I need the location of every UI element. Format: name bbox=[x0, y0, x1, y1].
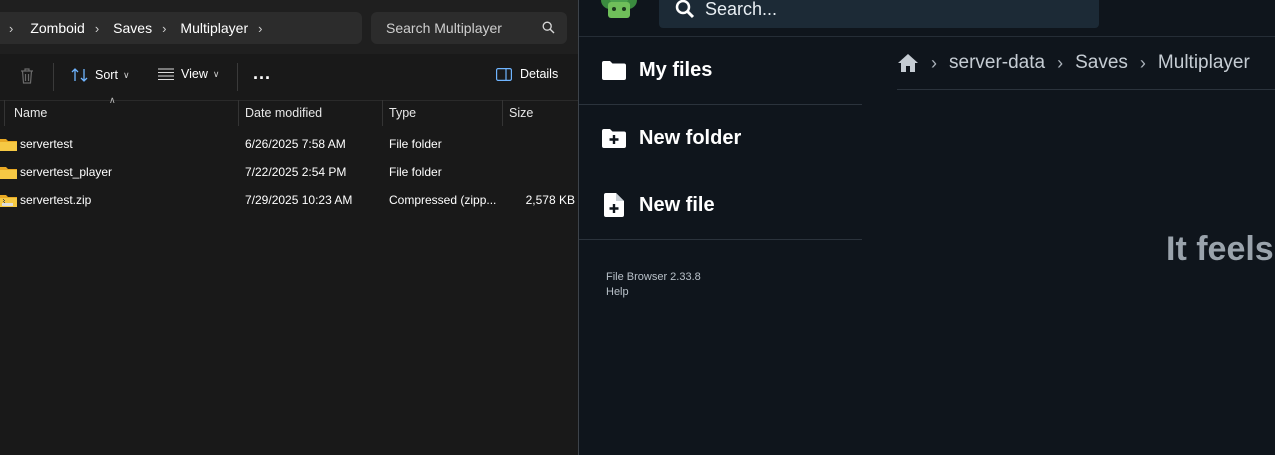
breadcrumb-item-zomboid[interactable]: Zomboid bbox=[30, 20, 84, 36]
file-date-modified: 7/29/2025 10:23 AM bbox=[245, 193, 353, 207]
column-header-name[interactable]: Name bbox=[14, 100, 47, 126]
sidebar-item-new-folder[interactable]: New folder bbox=[579, 105, 862, 171]
file-browser-logo[interactable] bbox=[599, 0, 639, 22]
chevron-down-icon: ∨ bbox=[212, 68, 220, 79]
chevron-down-icon: ∨ bbox=[122, 69, 130, 80]
command-bar: Sort ∨ View ∨ ... Details bbox=[0, 54, 578, 101]
new-file-icon bbox=[604, 193, 624, 217]
sidebar-item-label: New file bbox=[639, 193, 715, 216]
search-placeholder: Search Multiplayer bbox=[386, 20, 502, 36]
details-label: Details bbox=[520, 67, 559, 81]
sort-icon bbox=[71, 68, 88, 82]
breadcrumb-item-server-data[interactable]: server-data bbox=[949, 52, 1045, 74]
breadcrumb-divider bbox=[897, 89, 1275, 90]
more-icon: ... bbox=[253, 63, 272, 83]
folder-icon bbox=[602, 61, 626, 80]
chevron-right-icon[interactable]: › bbox=[95, 21, 99, 36]
chevron-right-icon: › bbox=[931, 52, 937, 73]
search-input[interactable]: Search Multiplayer bbox=[371, 12, 567, 44]
breadcrumb-item-saves[interactable]: Saves bbox=[113, 20, 152, 36]
sidebar-divider bbox=[579, 239, 862, 240]
breadcrumb-item-saves[interactable]: Saves bbox=[1075, 52, 1128, 74]
sidebar-item-my-files[interactable]: My files bbox=[579, 37, 862, 103]
chevron-right-icon[interactable]: › bbox=[9, 21, 13, 36]
more-options-button[interactable]: ... bbox=[253, 63, 271, 84]
file-type: File folder bbox=[389, 165, 442, 179]
file-row[interactable]: servertest_player 7/22/2025 2:54 PM File… bbox=[0, 158, 578, 186]
column-header-date-modified[interactable]: Date modified bbox=[245, 100, 322, 126]
column-header-type[interactable]: Type bbox=[389, 100, 416, 126]
chevron-right-icon[interactable]: › bbox=[258, 21, 262, 36]
column-headers: ∧ Name Date modified Type Size bbox=[0, 95, 578, 126]
version-label[interactable]: File Browser 2.33.8 bbox=[606, 271, 701, 283]
file-type: File folder bbox=[389, 137, 442, 151]
file-row[interactable]: servertest 6/26/2025 7:58 AM File folder bbox=[0, 130, 578, 158]
empty-state-message: It feels lonely here... bbox=[1166, 230, 1275, 268]
toolbar-divider bbox=[237, 63, 238, 91]
file-date-modified: 6/26/2025 7:58 AM bbox=[245, 137, 346, 151]
sort-ascending-icon: ∧ bbox=[109, 95, 116, 105]
chevron-right-icon[interactable]: › bbox=[162, 21, 166, 36]
file-date-modified: 7/22/2025 2:54 PM bbox=[245, 165, 347, 179]
column-divider[interactable] bbox=[4, 100, 5, 126]
help-link[interactable]: Help bbox=[606, 286, 629, 298]
file-name[interactable]: servertest.zip bbox=[20, 186, 91, 214]
details-pane-button[interactable]: Details bbox=[496, 67, 558, 81]
folder-icon bbox=[0, 139, 17, 151]
sidebar-item-new-file[interactable]: New file bbox=[579, 172, 862, 238]
sidebar-item-label: My files bbox=[639, 58, 713, 81]
explorer-address-bar-area: › Zomboid › Saves › Multiplayer › Search… bbox=[0, 0, 578, 54]
file-type: Compressed (zipp... bbox=[389, 193, 497, 207]
file-name[interactable]: servertest bbox=[20, 130, 73, 158]
sort-label: Sort bbox=[95, 68, 118, 82]
chevron-right-icon: › bbox=[1139, 52, 1146, 73]
breadcrumb-item-multiplayer[interactable]: Multiplayer bbox=[1158, 52, 1250, 74]
file-size: 2,578 KB bbox=[525, 193, 575, 207]
file-browser-window: Search... My files New folder New file F… bbox=[578, 0, 1275, 455]
delete-button[interactable] bbox=[19, 67, 35, 85]
zip-folder-icon bbox=[0, 195, 17, 207]
view-list-icon bbox=[158, 68, 174, 80]
search-icon bbox=[542, 21, 555, 34]
chevron-right-icon: › bbox=[1057, 52, 1064, 73]
folder-icon bbox=[0, 167, 17, 179]
column-header-size[interactable]: Size bbox=[509, 100, 533, 126]
column-divider[interactable] bbox=[238, 100, 239, 126]
search-input[interactable]: Search... bbox=[659, 0, 1099, 28]
sidebar-item-label: New folder bbox=[639, 126, 742, 149]
breadcrumb: › server-data › Saves › Multiplayer bbox=[897, 50, 1250, 76]
address-breadcrumb[interactable]: › Zomboid › Saves › Multiplayer › bbox=[0, 12, 362, 44]
sort-button[interactable]: Sort ∨ bbox=[71, 67, 130, 83]
search-placeholder: Search... bbox=[705, 0, 778, 19]
trash-icon bbox=[21, 68, 33, 84]
breadcrumb-item-multiplayer[interactable]: Multiplayer bbox=[180, 20, 248, 36]
file-explorer-window: › Zomboid › Saves › Multiplayer › Search… bbox=[0, 0, 578, 455]
home-icon[interactable] bbox=[897, 53, 919, 73]
file-browser-header: Search... bbox=[579, 0, 1275, 37]
file-row[interactable]: servertest.zip 7/29/2025 10:23 AM Compre… bbox=[0, 186, 578, 214]
file-name[interactable]: servertest_player bbox=[20, 158, 112, 186]
toolbar-divider bbox=[53, 63, 54, 91]
new-folder-icon bbox=[602, 129, 626, 148]
column-divider[interactable] bbox=[382, 100, 383, 126]
details-pane-icon bbox=[496, 67, 512, 81]
column-divider[interactable] bbox=[502, 100, 503, 126]
search-icon bbox=[675, 0, 695, 19]
view-label: View bbox=[181, 67, 208, 81]
view-button[interactable]: View ∨ bbox=[158, 67, 219, 81]
